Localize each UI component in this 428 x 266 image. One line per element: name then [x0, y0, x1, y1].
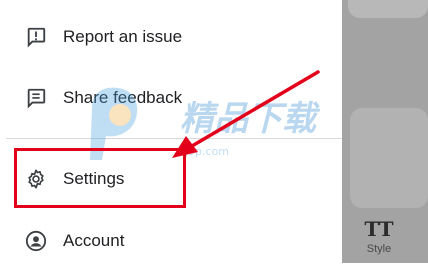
menu-item-report-issue[interactable]: Report an issue: [0, 12, 340, 62]
style-button[interactable]: TT Style: [342, 218, 412, 263]
menu-item-label: Account: [63, 231, 125, 250]
account-icon: [25, 230, 47, 252]
report-issue-icon: [27, 27, 46, 48]
menu-item-label: Report an issue: [63, 27, 183, 46]
menu-item-share-feedback[interactable]: Share feedback: [0, 73, 340, 123]
menu-item-account[interactable]: Account: [0, 216, 340, 266]
background-card: [350, 108, 428, 208]
style-label: Style: [366, 243, 392, 255]
menu-divider: [6, 138, 342, 139]
navigation-drawer: Report an issue Share feedback Settings …: [0, 0, 342, 263]
settings-highlight-box: [14, 148, 186, 208]
text-style-icon: TT: [364, 217, 394, 241]
background-card: [348, 0, 428, 18]
feedback-icon: [27, 88, 46, 109]
background-content-panel: TT Style: [342, 0, 428, 263]
menu-item-label: Share feedback: [63, 88, 183, 107]
